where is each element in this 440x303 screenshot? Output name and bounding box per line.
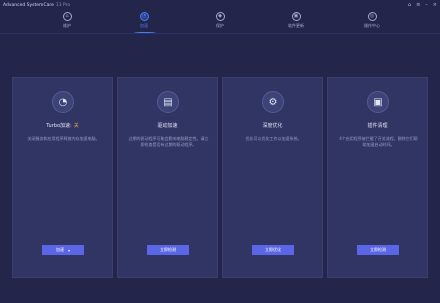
card-title: Turbo加速: 关: [46, 123, 79, 129]
card-description: 4个启用程序被拦截了开关流程，删除它们帮助加速启动时间。: [339, 136, 418, 147]
card-title: 插件清理: [367, 123, 388, 129]
driver-icon: ▤: [157, 91, 179, 113]
chevron-down-icon[interactable]: ▾: [68, 248, 70, 253]
tab-label: 操作中心: [364, 23, 380, 28]
card-title: 驱动加速: [157, 123, 178, 129]
skin-icon[interactable]: ⌂: [408, 1, 411, 9]
tab-software-update[interactable]: ▣ 软件更新: [266, 12, 326, 29]
tab-protect[interactable]: ◆ 保护: [190, 12, 250, 29]
close-icon[interactable]: ×: [433, 1, 437, 9]
tab-label: 软件更新: [288, 23, 304, 28]
app-version: 13 Pro: [55, 2, 71, 8]
minimize-icon[interactable]: –: [425, 1, 428, 9]
tab-speed-up[interactable]: ◔ 加速: [114, 12, 174, 29]
tab-label: 加速: [140, 23, 148, 28]
card-deep-optimize: ⚙ 深度优化 优化可以优化工作以加速系统。 立即优化: [222, 77, 323, 278]
feature-cards: ◔ Turbo加速: 关 关闭服务和应用程序释放内存加速电脑。 加速 ▾ ▤ 驱动加…: [12, 77, 428, 278]
card-description: 过期的驱动程序可能会影响电脑稳定性。请立即检查是否有过期的驱动程序。: [128, 136, 209, 147]
speed-icon: ◔: [139, 12, 149, 21]
window-controls: ⌂ ≡ – ×: [408, 1, 437, 9]
tab-label: 维护: [63, 23, 71, 28]
title-bar: Advanced SystemCare 13 Pro: [0, 0, 440, 10]
card-driver-boost: ▤ 驱动加速 过期的驱动程序可能会影响电脑稳定性。请立即检查是否有过期的驱动程序…: [117, 77, 218, 278]
scan-plugins-button[interactable]: 立即检测: [357, 245, 399, 255]
turbo-gauge-icon: ◔: [52, 91, 74, 113]
action-center-icon: ◎: [367, 12, 377, 21]
main-nav: ⌂ 维护 ◔ 加速 ◆ 保护 ▣ 软件更新 ◎ 操作中心: [0, 10, 440, 33]
nav-divider: [0, 33, 440, 34]
menu-icon[interactable]: ≡: [416, 1, 420, 9]
status-badge: 关: [73, 123, 79, 129]
plugin-icon: ▣: [367, 91, 389, 113]
scan-drivers-button[interactable]: 立即检测: [147, 245, 189, 255]
shield-icon: ◆: [215, 12, 225, 21]
tab-action-center[interactable]: ◎ 操作中心: [342, 12, 402, 29]
boost-button[interactable]: 加速 ▾: [42, 245, 84, 255]
optimize-button[interactable]: 立即优化: [252, 245, 294, 255]
app-title: Advanced SystemCare 13 Pro: [3, 2, 71, 8]
card-description: 关闭服务和应用程序释放内存加速电脑。: [27, 136, 100, 141]
card-title: 深度优化: [262, 123, 283, 129]
tab-label: 保护: [216, 23, 224, 28]
card-plugin-cleanup: ▣ 插件清理 4个启用程序被拦截了开关流程，删除它们帮助加速启动时间。 立即检测: [327, 77, 428, 278]
card-turbo-boost: ◔ Turbo加速: 关 关闭服务和应用程序释放内存加速电脑。 加速 ▾: [12, 77, 113, 278]
card-description: 优化可以优化工作以加速系统。: [245, 136, 302, 141]
gear-icon: ⚙: [262, 91, 284, 113]
home-icon: ⌂: [62, 12, 72, 21]
update-icon: ▣: [291, 12, 301, 21]
tab-maintain[interactable]: ⌂ 维护: [37, 12, 97, 29]
